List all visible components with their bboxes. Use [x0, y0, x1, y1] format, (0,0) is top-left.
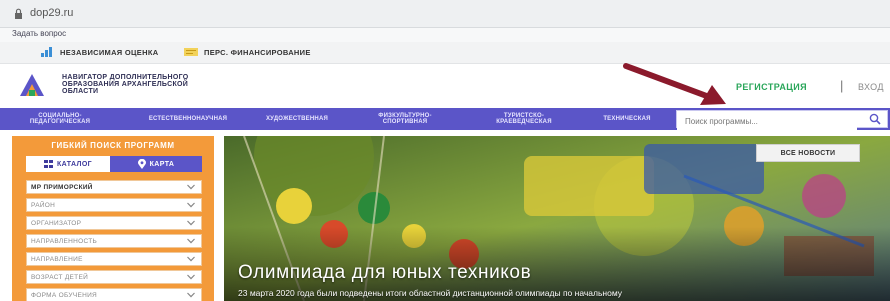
area-select[interactable]: РАЙОН — [26, 198, 202, 212]
site-title[interactable]: НАВИГАТОР ДОПОЛНИТЕЛЬНОГО ОБРАЗОВАНИЯ АР… — [62, 74, 189, 95]
tab-map[interactable]: КАРТА — [110, 156, 202, 172]
study-form-select-value: ФОРМА ОБУЧЕНИЯ — [31, 291, 98, 299]
program-search — [676, 110, 888, 130]
focus-select[interactable]: НАПРАВЛЕННОСТЬ — [26, 234, 202, 248]
independent-assessment-label: НЕЗАВИСИМАЯ ОЦЕНКА — [60, 47, 159, 57]
site-title-line: ОБРАЗОВАНИЯ АРХАНГЕЛЬСКОЙ — [62, 81, 189, 88]
area-select-value: РАЙОН — [31, 201, 56, 209]
chevron-down-icon — [187, 238, 195, 244]
category-label-line2: СПОРТИВНАЯ — [382, 119, 428, 125]
tab-map-label: КАРТА — [149, 160, 175, 168]
category-label-line1: ХУДОЖЕСТВЕННАЯ — [265, 115, 328, 122]
organizer-select[interactable]: ОРГАНИЗАТОР — [26, 216, 202, 230]
site-title-line: НАВИГАТОР ДОПОЛНИТЕЛЬНОГО — [62, 74, 189, 81]
category-technical[interactable]: ТЕХНИЧЕСКАЯ — [590, 108, 664, 130]
focus-select-value: НАПРАВЛЕННОСТЬ — [31, 237, 98, 245]
category-physical-sports[interactable]: ФИЗКУЛЬТУРНО- СПОРТИВНАЯ — [360, 108, 450, 130]
category-label-line2: КРАЕВЕДЧЕСКАЯ — [496, 119, 552, 125]
map-pin-icon — [137, 159, 146, 169]
category-nav: СОЦИАЛЬНО- ПЕДАГОГИЧЕСКАЯ ЕСТЕСТВЕННОНАУЧ… — [0, 108, 890, 130]
tab-catalog[interactable]: КАТАЛОГ — [26, 156, 110, 172]
ask-question-bar: Задать вопрос — [0, 28, 890, 42]
ask-question-link[interactable]: Задать вопрос — [12, 29, 66, 38]
all-news-button[interactable]: ВСЕ НОВОСТИ — [756, 144, 860, 162]
category-label-line2: ПЕДАГОГИЧЕСКАЯ — [29, 119, 91, 125]
independent-assessment-link[interactable]: НЕЗАВИСИМАЯ ОЦЕНКА — [40, 47, 158, 57]
filter-tabs: КАТАЛОГ КАРТА — [26, 156, 202, 172]
category-artistic[interactable]: ХУДОЖЕСТВЕННАЯ — [252, 108, 342, 130]
register-link[interactable]: РЕГИСТРАЦИЯ — [736, 82, 807, 92]
child-age-select[interactable]: ВОЗРАСТ ДЕТЕЙ — [26, 270, 202, 284]
news-banner[interactable]: ВСЕ НОВОСТИ Олимпиада для юных техников … — [224, 136, 890, 301]
browser-address-bar[interactable]: dop29.ru — [0, 0, 890, 28]
program-search-input[interactable] — [677, 113, 857, 130]
chevron-down-icon — [187, 292, 195, 298]
personal-financing-label: ПЕРС. ФИНАНСИРОВАНИЕ — [204, 47, 311, 57]
filter-title: ГИБКИЙ ПОИСК ПРОГРАММ — [51, 141, 175, 150]
category-label-line1: ЕСТЕСТВЕННОНАУЧНАЯ — [148, 115, 228, 122]
category-natural-science[interactable]: ЕСТЕСТВЕННОНАУЧНАЯ — [140, 108, 236, 130]
certificate-icon — [184, 48, 198, 56]
personal-financing-link[interactable]: ПЕРС. ФИНАНСИРОВАНИЕ — [184, 47, 311, 57]
header-separator: | — [840, 78, 844, 93]
study-form-select[interactable]: ФОРМА ОБУЧЕНИЯ — [26, 288, 202, 301]
news-subtitle: 23 марта 2020 года были подведены итоги … — [238, 288, 623, 298]
category-label-line1: ТЕХНИЧЕСКАЯ — [603, 115, 651, 122]
url-text[interactable]: dop29.ru — [30, 7, 73, 19]
district-select-value: МР ПРИМОРСКИЙ — [31, 183, 93, 191]
direction-select[interactable]: НАПРАВЛЕНИЕ — [26, 252, 202, 266]
chevron-down-icon — [187, 274, 195, 280]
news-title[interactable]: Олимпиада для юных техников — [238, 262, 531, 284]
district-select[interactable]: МР ПРИМОРСКИЙ — [26, 180, 202, 194]
chevron-down-icon — [187, 184, 195, 190]
organizer-select-value: ОРГАНИЗАТОР — [31, 219, 82, 227]
child-age-select-value: ВОЗРАСТ ДЕТЕЙ — [31, 273, 89, 281]
lock-icon — [15, 8, 22, 19]
chevron-down-icon — [187, 202, 195, 208]
direction-select-value: НАПРАВЛЕНИЕ — [31, 255, 83, 263]
site-header: НАВИГАТОР ДОПОЛНИТЕЛЬНОГО ОБРАЗОВАНИЯ АР… — [0, 64, 890, 108]
login-link[interactable]: ВХОД — [858, 82, 884, 92]
category-social-pedagogical[interactable]: СОЦИАЛЬНО- ПЕДАГОГИЧЕСКАЯ — [18, 108, 102, 130]
search-icon[interactable] — [869, 113, 881, 125]
flexible-search-panel: ГИБКИЙ ПОИСК ПРОГРАММ КАТАЛОГ КАРТА МР П… — [12, 136, 214, 301]
top-links-bar: НЕЗАВИСИМАЯ ОЦЕНКА ПЕРС. ФИНАНСИРОВАНИЕ — [0, 42, 890, 64]
chevron-down-icon — [187, 256, 195, 262]
site-title-line: ОБЛАСТИ — [62, 88, 99, 95]
annotation-arrow-icon — [623, 63, 726, 105]
chart-icon — [41, 47, 52, 57]
category-tourist-local-history[interactable]: ТУРИСТСКО- КРАЕВЕДЧЕСКАЯ — [476, 108, 572, 130]
grid-icon — [43, 160, 53, 168]
tab-catalog-label: КАТАЛОГ — [56, 160, 93, 168]
chevron-down-icon — [187, 220, 195, 226]
navigator-logo-icon[interactable] — [18, 72, 46, 98]
